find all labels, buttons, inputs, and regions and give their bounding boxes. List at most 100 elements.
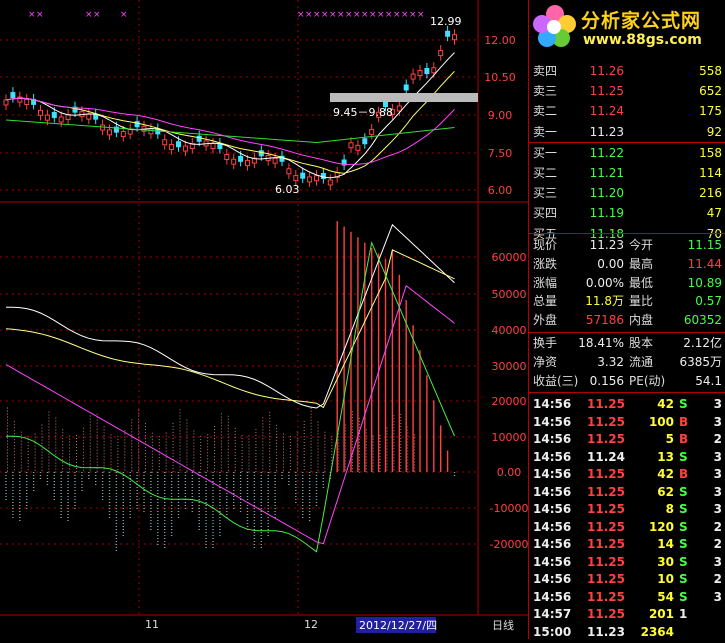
candle-body (410, 73, 416, 80)
order-price: 11.26 (589, 64, 624, 78)
logo-url[interactable]: www.88gs.com (583, 32, 702, 48)
tick-row: 14:56 11.25 42 S 3 (529, 395, 725, 413)
tick-row: 14:56 11.24 13 S 3 (529, 448, 725, 466)
tick-volume: 100 (648, 414, 674, 429)
tick-time: 14:56 (533, 537, 572, 551)
quote-panel: 分析家公式网 www.88gs.com 卖四 11.26 558 卖三 11.25 652… (528, 0, 725, 639)
indicator-lines (5, 52, 455, 553)
signal-cross-mark: × (85, 10, 93, 20)
tick-time: 14:56 (533, 449, 572, 464)
order-label: 买三 (533, 186, 558, 201)
indicator-white-line (6, 223, 455, 409)
tick-price: 11.25 (587, 537, 625, 551)
site-logo: 分析家公式网 www.88gs.com (529, 0, 725, 52)
tick-time: 14:56 (533, 589, 572, 604)
signal-cross-mark: × (93, 10, 101, 20)
candle-body (38, 109, 43, 116)
fund-value: 3.32 (597, 354, 624, 369)
order-row[interactable]: 买四 11.19 47 (529, 204, 725, 222)
quote-label: 量比 (629, 294, 654, 309)
tick-volume: 42 (657, 467, 674, 481)
signal-cross-mark: × (377, 10, 385, 20)
quote-label: 现价 (533, 238, 558, 252)
tick-count: 2 (713, 519, 722, 534)
tick-side: S (679, 554, 688, 569)
order-row[interactable]: 买二 11.21 114 (529, 164, 725, 182)
tick-count: 2 (713, 537, 722, 551)
signal-cross-mark: × (313, 10, 321, 20)
candle-body (403, 84, 409, 91)
tick-row: 14:56 11.25 62 S 3 (529, 483, 725, 501)
candle-body (196, 135, 202, 142)
tick-row: 14:56 11.25 30 S 3 (529, 553, 725, 571)
candle-body (86, 113, 92, 120)
tick-volume: 10 (657, 572, 674, 586)
quote-value: 0.00% (585, 275, 624, 290)
indicator-axis-label: 60000 (492, 251, 527, 264)
tick-volume: 5 (665, 432, 674, 446)
tick-volume: 2364 (640, 624, 674, 639)
tick-side: S (679, 397, 688, 411)
candle-body (258, 150, 264, 157)
tick-row: 14:56 11.25 54 S 3 (529, 588, 725, 606)
tick-time: 14:57 (533, 607, 572, 621)
candle-body (169, 144, 175, 151)
order-row[interactable]: 买一 11.22 158 (529, 144, 725, 162)
candle-body (293, 175, 299, 182)
quote-row: 涨幅 0.00% 最低 10.89 (529, 274, 725, 292)
order-label: 卖一 (533, 124, 558, 139)
indicator-axis-label: 30000 (492, 360, 527, 373)
tick-price: 11.23 (587, 624, 625, 639)
price-axis-label: 6.00 (488, 184, 513, 197)
tick-price: 11.25 (587, 484, 625, 499)
tick-time: 15:00 (533, 624, 572, 639)
fundamental-row: 换手 18.41% 股本 2.12亿 (529, 334, 725, 352)
candle-body (300, 172, 306, 179)
order-row[interactable]: 卖一 11.23 92 (529, 123, 725, 141)
signal-cross-mark: × (361, 10, 369, 20)
cursor-date: 2012/12/27/四 (359, 619, 437, 632)
candle-body (348, 142, 354, 149)
tick-price: 11.25 (587, 554, 625, 569)
quote-value: 0.00 (597, 256, 624, 271)
order-row[interactable]: 卖四 11.26 558 (529, 62, 725, 80)
indicator-green-line (5, 241, 455, 553)
chart-area[interactable]: × × × × × × × × × × × × × × × × × × × × × 12.00 10.50 9.00 7… (0, 0, 528, 639)
order-price: 11.25 (589, 84, 624, 99)
low-annotation: 6.03 (275, 183, 300, 196)
separator (529, 392, 725, 393)
candle-body (445, 30, 451, 37)
tick-volume: 201 (648, 607, 674, 621)
tab-daily[interactable]: 日线 (492, 618, 514, 632)
order-label: 买四 (533, 206, 558, 221)
tick-price: 11.25 (587, 519, 625, 534)
order-row[interactable]: 买三 11.20 216 (529, 184, 725, 202)
quote-label: 外盘 (533, 313, 558, 328)
order-label: 买一 (533, 145, 558, 160)
candle-body (107, 129, 112, 136)
signal-cross-mark: × (409, 10, 417, 20)
order-row[interactable]: 卖二 11.24 175 (529, 102, 725, 120)
separator (529, 332, 725, 333)
fund-value: 18.41% (578, 336, 624, 350)
candle-body (3, 99, 9, 106)
quote-label: 涨跌 (533, 256, 558, 271)
tick-volume: 54 (657, 589, 674, 604)
range-annotation: 9.45－9.88 (333, 106, 393, 119)
signal-cross-mark: × (385, 10, 393, 20)
order-volume: 216 (699, 186, 722, 201)
signal-cross-mark: × (345, 10, 353, 20)
tick-time: 14:56 (533, 414, 572, 429)
order-price: 11.22 (589, 145, 624, 160)
price-axis-label: 10.50 (484, 71, 516, 84)
ma60-line (5, 119, 455, 144)
quote-label: 总量 (533, 294, 558, 309)
candle-body (452, 34, 457, 41)
tick-count: 2 (713, 432, 722, 446)
order-row[interactable]: 卖三 11.25 652 (529, 82, 725, 100)
tick-count: 3 (713, 449, 722, 464)
candle-body (245, 160, 250, 167)
indicator-magenta-line (5, 284, 455, 545)
fundamental-row: 净资 3.32 流通 6385万 (529, 353, 725, 371)
quote-label: 内盘 (629, 313, 654, 328)
